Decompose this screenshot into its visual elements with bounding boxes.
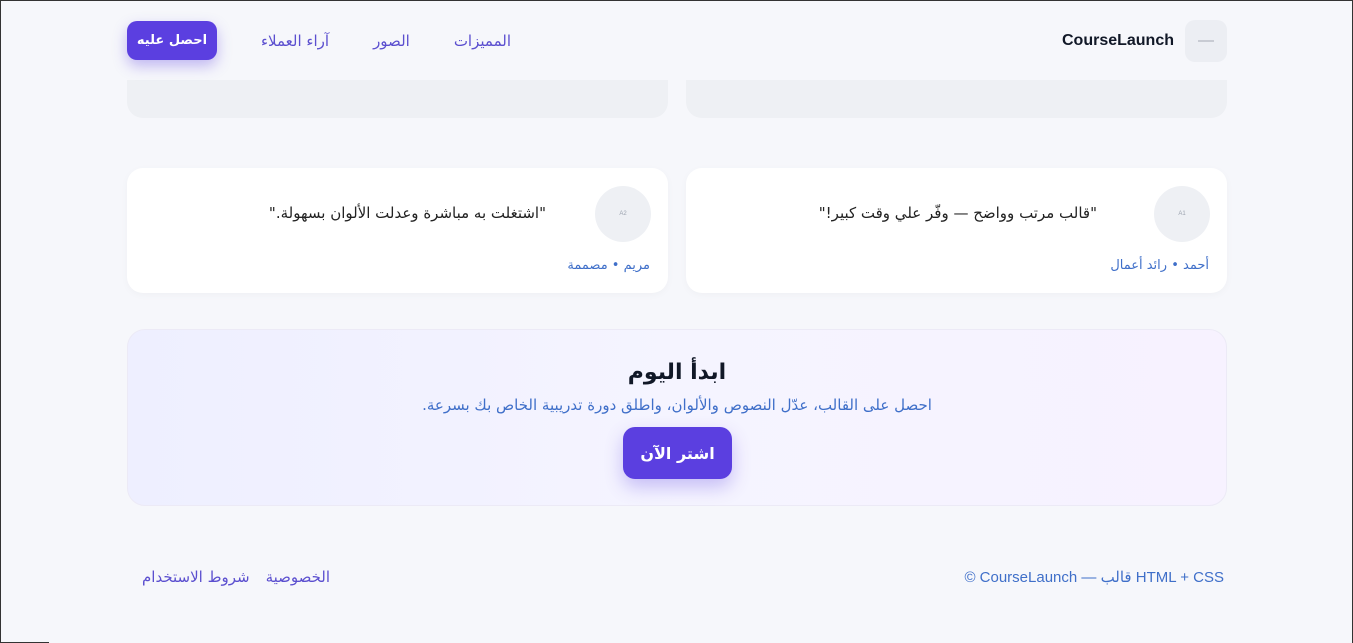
privacy-link[interactable]: الخصوصية xyxy=(266,568,330,586)
testimonial-quote: "قالب مرتب وواضح — وفّر علي وقت كبير!" xyxy=(818,204,1097,222)
get-it-button[interactable]: احصل عليه xyxy=(127,21,217,60)
cta-title: ابدأ اليوم xyxy=(627,360,727,385)
testimonial-author: مريم • مصممة xyxy=(567,258,650,273)
site-header: CourseLaunch المميزات الصور آراء العملاء… xyxy=(127,1,1227,80)
testimonial-card: A2 "اشتغلت به مباشرة وعدلت الألوان بسهول… xyxy=(127,168,668,293)
avatar: A2 xyxy=(595,186,651,242)
cta-subtitle: احصل على القالب، عدّل النصوص والألوان، و… xyxy=(422,396,932,414)
footer-copyright: © CourseLaunch — قالب HTML + CSS xyxy=(964,569,1224,586)
brand-name: CourseLaunch xyxy=(1061,31,1174,49)
terms-link[interactable]: شروط الاستخدام xyxy=(142,568,250,586)
buy-now-button[interactable]: اشتر الآن xyxy=(623,427,732,479)
nav-link-gallery[interactable]: الصور xyxy=(373,32,410,50)
main-nav: المميزات الصور آراء العملاء احصل عليه xyxy=(127,21,511,60)
testimonial-quote: "اشتغلت به مباشرة وعدلت الألوان بسهولة." xyxy=(268,204,546,222)
avatar: A1 xyxy=(1154,186,1210,242)
testimonial-card: A1 "قالب مرتب وواضح — وفّر علي وقت كبير!… xyxy=(686,168,1227,293)
cta-section: ابدأ اليوم احصل على القالب، عدّل النصوص … xyxy=(127,329,1227,506)
footer-links: الخصوصية شروط الاستخدام xyxy=(126,568,330,586)
testimonial-author: أحمد • رائد أعمال xyxy=(1110,258,1209,273)
nav-link-features[interactable]: المميزات xyxy=(454,32,511,50)
nav-link-testimonials[interactable]: آراء العملاء xyxy=(261,32,329,50)
brand[interactable]: CourseLaunch xyxy=(1061,19,1227,62)
logo-icon xyxy=(1185,19,1227,62)
